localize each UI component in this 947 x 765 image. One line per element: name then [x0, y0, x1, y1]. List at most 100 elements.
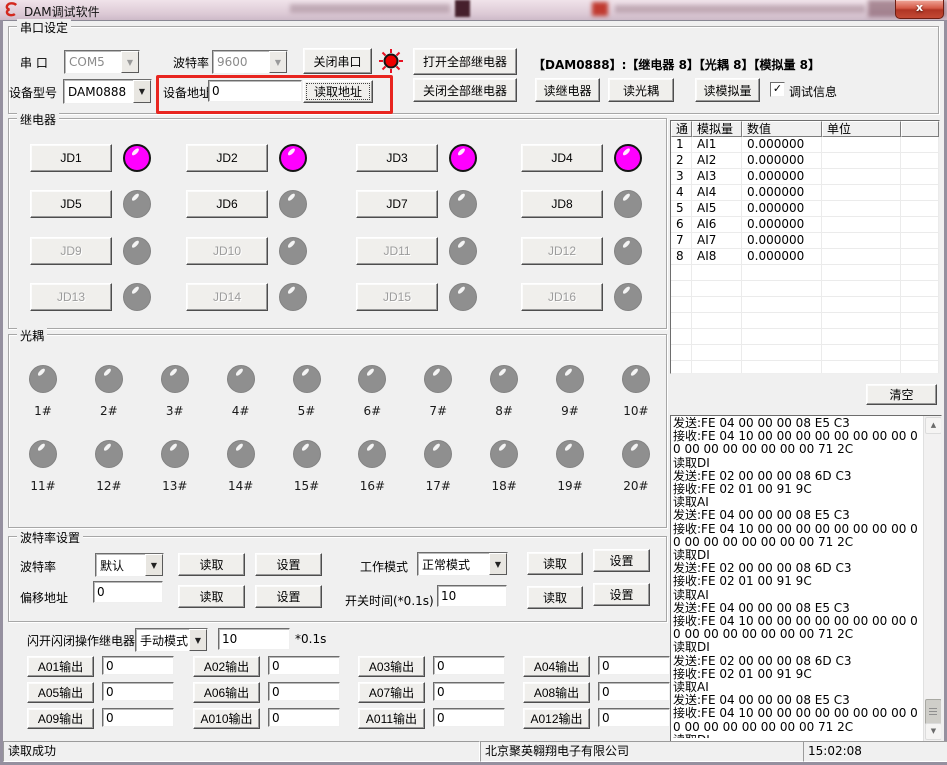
opto-label: 20#: [623, 479, 648, 493]
col-header-extra[interactable]: [901, 121, 939, 137]
clear-log-button[interactable]: 清空: [866, 384, 937, 405]
serial-group-label: 串口设定: [17, 19, 71, 36]
scrollbar-thumb[interactable]: [925, 699, 942, 725]
opto-led-9: [556, 365, 584, 393]
output-button-a012[interactable]: A012输出: [523, 708, 590, 729]
workmode-select[interactable]: 正常模式 ▼: [417, 552, 508, 576]
read-relay-button[interactable]: 读继电器: [535, 78, 600, 102]
debug-info-label: 调试信息: [789, 83, 837, 100]
relay-button-jd5[interactable]: JD5: [30, 190, 112, 218]
output-input-a07[interactable]: [433, 682, 505, 701]
output-input-a06[interactable]: [268, 682, 340, 701]
relay-button-jd4[interactable]: JD4: [521, 144, 603, 172]
scroll-up-icon[interactable]: ▲: [925, 417, 942, 434]
relay-led-jd7-off: [449, 190, 477, 218]
debug-info-checkbox[interactable]: ✓: [770, 82, 785, 97]
device-model-value: DAM0888: [64, 85, 133, 99]
relay-led-jd5-off: [123, 190, 151, 218]
output-button-a06[interactable]: A06输出: [193, 682, 260, 703]
output-button-a09[interactable]: A09输出: [27, 708, 94, 729]
output-input-a011[interactable]: [433, 708, 505, 727]
read-analog-button[interactable]: 读模拟量: [695, 78, 760, 102]
output-button-a04[interactable]: A04输出: [523, 656, 590, 677]
output-input-a08[interactable]: [598, 682, 670, 701]
output-input-a09[interactable]: [102, 708, 174, 727]
baudrate-select[interactable]: 9600 ▼: [212, 50, 288, 74]
relay-button-jd2[interactable]: JD2: [186, 144, 268, 172]
output-button-a01[interactable]: A01输出: [27, 656, 94, 677]
opto-led-15: [293, 440, 321, 468]
set-offset-button[interactable]: 设置: [255, 585, 322, 608]
relay-grid: JD1 JD2 JD3 JD4 JD5 JD6 JD7 JD8 JD9 JD10…: [8, 118, 665, 327]
output-input-a02[interactable]: [268, 656, 340, 675]
flash-mode-select[interactable]: 手动模式 ▼: [135, 628, 208, 652]
opto-label: 15#: [294, 479, 319, 493]
read-workmode-button[interactable]: 读取: [527, 552, 583, 575]
opto-label: 19#: [557, 479, 582, 493]
scroll-down-icon[interactable]: ▼: [925, 723, 942, 740]
opto-label: 5#: [298, 404, 316, 418]
output-button-a010[interactable]: A010输出: [193, 708, 260, 729]
table-row-empty: [671, 329, 939, 345]
output-input-a012[interactable]: [598, 708, 670, 727]
output-button-a07[interactable]: A07输出: [358, 682, 425, 703]
relay-button-jd6[interactable]: JD6: [186, 190, 268, 218]
baud2-label: 波特率: [20, 558, 56, 575]
close-all-relays-button[interactable]: 关闭全部继电器: [413, 78, 517, 102]
col-header-value[interactable]: 数值: [742, 121, 822, 137]
relay-led-jd3-on: [449, 144, 477, 172]
relay-button-jd12: JD12: [521, 237, 603, 265]
close-port-button[interactable]: 关闭串口: [303, 48, 372, 74]
output-input-a010[interactable]: [268, 708, 340, 727]
analog-table[interactable]: 通 模拟量 数值 单位 1AI10.000000 2AI20.000000 3A…: [670, 120, 940, 374]
relay-button-jd1[interactable]: JD1: [30, 144, 112, 172]
output-input-a04[interactable]: [598, 656, 670, 675]
switch-time-input[interactable]: [437, 585, 507, 607]
relay-led-jd1-on: [123, 144, 151, 172]
read-offset-button[interactable]: 读取: [178, 585, 245, 608]
close-button[interactable]: x: [895, 0, 944, 19]
set-switchtime-button[interactable]: 设置: [593, 583, 650, 606]
opto-label: 1#: [34, 404, 52, 418]
set-workmode-button[interactable]: 设置: [593, 549, 650, 572]
output-button-a05[interactable]: A05输出: [27, 682, 94, 703]
port-select[interactable]: COM5 ▼: [64, 50, 140, 74]
port-open-led-icon: [378, 48, 404, 74]
output-input-a05[interactable]: [102, 682, 174, 701]
output-button-a02[interactable]: A02输出: [193, 656, 260, 677]
offset-address-input[interactable]: [93, 581, 163, 603]
opto-led-5: [293, 365, 321, 393]
table-row: 7AI70.000000: [671, 233, 939, 249]
flash-time-input[interactable]: [218, 628, 290, 650]
table-row: 8AI80.000000: [671, 249, 939, 265]
device-model-select[interactable]: DAM0888 ▼: [63, 79, 152, 104]
output-input-a03[interactable]: [433, 656, 505, 675]
read-baud-button[interactable]: 读取: [178, 553, 245, 576]
output-button-a011[interactable]: A011输出: [358, 708, 425, 729]
relay-button-jd11: JD11: [356, 237, 438, 265]
output-button-a03[interactable]: A03输出: [358, 656, 425, 677]
output-button-a08[interactable]: A08输出: [523, 682, 590, 703]
set-baud-button[interactable]: 设置: [255, 553, 322, 576]
relay-button-jd7[interactable]: JD7: [356, 190, 438, 218]
relay-button-jd8[interactable]: JD8: [521, 190, 603, 218]
device-address-input[interactable]: [208, 80, 302, 102]
opto-led-6: [358, 365, 386, 393]
titlebar[interactable]: DAM调试软件 x: [0, 0, 947, 21]
col-header-unit[interactable]: 单位: [822, 121, 901, 137]
col-header-channel[interactable]: 通: [671, 121, 692, 137]
baud2-select[interactable]: 默认 ▼: [95, 553, 164, 577]
relay-led-jd6-off: [279, 190, 307, 218]
output-input-a01[interactable]: [102, 656, 174, 675]
open-all-relays-button[interactable]: 打开全部继电器: [413, 48, 517, 75]
read-address-button[interactable]: 读取地址: [303, 80, 373, 103]
col-header-analog[interactable]: 模拟量: [692, 121, 742, 137]
read-opto-button[interactable]: 读光耦: [608, 78, 674, 102]
opto-led-1: [29, 365, 57, 393]
chevron-down-icon: ▼: [145, 554, 163, 576]
read-switchtime-button[interactable]: 读取: [527, 586, 583, 609]
log-scrollbar[interactable]: ▲ ▼: [923, 416, 941, 741]
debug-log[interactable]: 发送:FE 04 00 00 00 08 E5 C3 接收:FE 04 10 0…: [670, 415, 942, 742]
table-row-empty: [671, 313, 939, 329]
relay-button-jd3[interactable]: JD3: [356, 144, 438, 172]
